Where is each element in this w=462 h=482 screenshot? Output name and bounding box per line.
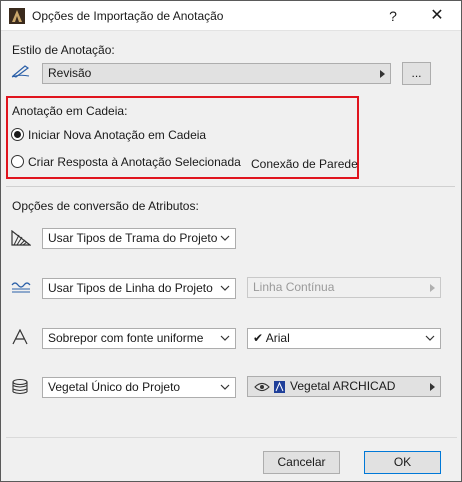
chevron-down-icon xyxy=(220,285,230,291)
archicad-app-icon xyxy=(9,8,25,24)
font-family-select[interactable]: ✔ Arial xyxy=(247,328,441,349)
reply-label[interactable]: Criar Resposta à Anotação Selecionada xyxy=(28,155,241,169)
section-divider xyxy=(6,186,455,187)
annotation-style-select[interactable]: Revisão xyxy=(42,63,391,84)
chevron-right-icon xyxy=(430,383,435,391)
line-type-secondary-value: Linha Contínua xyxy=(253,280,335,294)
eye-icon xyxy=(254,382,270,392)
surface-secondary-select[interactable]: Vegetal ARCHICAD xyxy=(247,376,441,397)
font-family-value: Arial xyxy=(265,331,290,345)
annotation-style-value: Revisão xyxy=(48,66,92,80)
chain-label: Anotação em Cadeia: xyxy=(12,104,128,118)
font-override-value: Sobrepor com fonte uniforme xyxy=(48,331,204,345)
cancel-button[interactable]: Cancelar xyxy=(263,451,340,474)
style-browse-button[interactable]: ... xyxy=(402,62,431,85)
surface-select-value: Vegetal Único do Projeto xyxy=(48,380,181,394)
line-type-select-value: Usar Tipos de Linha do Projeto xyxy=(48,281,213,295)
surface-layers-icon xyxy=(12,378,28,395)
ok-button[interactable]: OK xyxy=(364,451,441,474)
line-type-select[interactable]: Usar Tipos de Linha do Projeto xyxy=(42,278,236,299)
font-override-select[interactable]: Sobrepor com fonte uniforme xyxy=(42,328,236,349)
title-bar: Opções de Importação de Anotação ? ✕ xyxy=(1,1,461,31)
import-annotation-dialog: Opções de Importação de Anotação ? ✕ Est… xyxy=(0,0,462,482)
chevron-down-icon xyxy=(220,235,230,241)
hatch-select-value: Usar Tipos de Trama do Projeto xyxy=(48,231,218,245)
footer-divider xyxy=(6,437,457,438)
chevron-down-icon xyxy=(220,384,230,390)
dialog-title: Opções de Importação de Anotação xyxy=(32,9,224,23)
font-icon xyxy=(12,329,28,345)
chevron-down-icon xyxy=(220,335,230,341)
chevron-right-icon xyxy=(430,284,435,292)
wall-connection-label: Conexão de Parede xyxy=(251,157,358,171)
new-chain-radio[interactable] xyxy=(11,128,24,141)
surface-secondary-value: Vegetal ARCHICAD xyxy=(290,379,396,393)
chevron-right-icon xyxy=(380,70,385,78)
new-chain-label[interactable]: Iniciar Nova Anotação em Cadeia xyxy=(28,128,206,142)
attributes-label: Opções de conversão de Atributos: xyxy=(12,199,199,213)
chevron-down-icon xyxy=(425,335,435,341)
close-button[interactable]: ✕ xyxy=(425,6,449,26)
check-icon: ✔ xyxy=(253,331,264,345)
style-label: Estilo de Anotação: xyxy=(12,43,115,57)
hatch-icon xyxy=(11,230,31,246)
surface-select[interactable]: Vegetal Único do Projeto xyxy=(42,377,236,398)
pen-icon xyxy=(11,65,30,78)
line-type-secondary-select: Linha Contínua xyxy=(247,277,441,298)
surface-swatch-icon xyxy=(274,381,285,393)
reply-radio[interactable] xyxy=(11,155,24,168)
hatch-select[interactable]: Usar Tipos de Trama do Projeto xyxy=(42,228,236,249)
help-button[interactable]: ? xyxy=(381,6,405,26)
line-type-icon xyxy=(11,282,31,293)
